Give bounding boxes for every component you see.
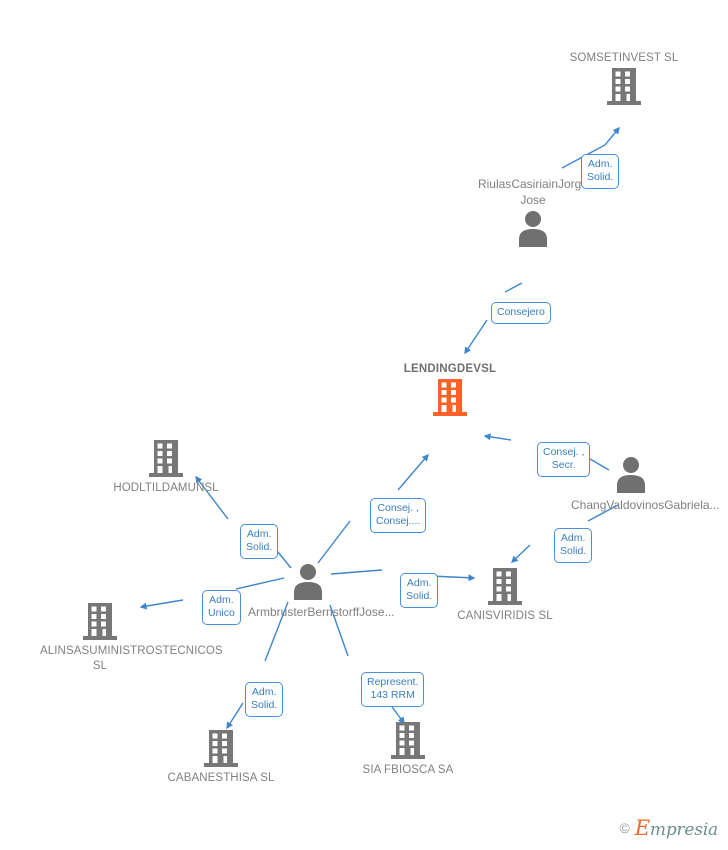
node-label-riulas: RiulasCasiriainJorge Jose [477, 177, 589, 207]
node-somset[interactable]: SOMSETINVEST SL [564, 51, 684, 109]
building-icon [607, 68, 641, 105]
building-icon [204, 730, 238, 767]
building-icon [149, 440, 183, 477]
node-icon-cabanes [161, 729, 281, 771]
edge-label-armbruster-to-sia[interactable]: Represent. 143 RRM [361, 671, 425, 707]
node-icon-alinsa [40, 602, 160, 644]
brand-rest: mpresia [649, 820, 718, 840]
edge-label-line: Solid. [251, 698, 278, 711]
node-icon-hodltildamun [106, 439, 226, 481]
person-icon [519, 211, 547, 247]
person-icon [294, 564, 322, 600]
edge-label-armbruster-to-canis[interactable]: Adm. Solid. [400, 572, 439, 608]
edge-label-line: Adm. [587, 157, 613, 170]
edge-label-line: Adm. [251, 685, 277, 698]
building-icon [488, 568, 522, 605]
edge-label-armbruster-to-lendingdev[interactable]: Consej. , Consej.... [370, 497, 427, 533]
node-cabanes[interactable]: CABANESTHISA SL [161, 729, 281, 786]
edge-label-line: Secr. [551, 458, 576, 471]
empresia-watermark: © Empresia [619, 816, 718, 840]
edge-e9-segment [226, 702, 244, 730]
edge-label-line: Consej. , [377, 501, 419, 514]
edge-label-line: Consej.... [376, 514, 421, 527]
copyright-symbol: © [619, 820, 630, 836]
edge-e4-segment [510, 544, 531, 563]
edge-label-riulas-to-lendingdev[interactable]: Consejero [491, 301, 551, 324]
node-icon-lendingdev [390, 378, 510, 420]
edge-label-line: Adm. [406, 576, 432, 589]
node-alinsa[interactable]: ALINSASUMINISTROSTECNICOS SL [40, 602, 223, 674]
node-label-alinsa: ALINSASUMINISTROSTECNICOS SL [40, 645, 223, 672]
edge-label-chang-to-canis[interactable]: Adm. Solid. [554, 527, 593, 563]
node-label-lendingdev: LENDINGDEVSL [403, 363, 497, 375]
edge-label-line: Represent. [367, 675, 419, 688]
edge-label-line: Solid. [560, 544, 587, 557]
node-label-canis: CANISVIRIDIS SL [457, 610, 553, 622]
node-icon-somset [564, 67, 684, 109]
node-canis[interactable]: CANISVIRIDIS SL [445, 567, 565, 624]
node-label-chang: ChangValdovinosGabriela... [571, 498, 720, 512]
person-icon [617, 457, 645, 493]
node-icon-riulas [473, 209, 593, 251]
edge-e3-segment [483, 433, 512, 441]
edge-label-line: Unico [208, 606, 235, 619]
brand-initial: E [634, 816, 650, 840]
node-icon-canis [445, 567, 565, 609]
edge-e2-segment [504, 282, 523, 293]
edge-label-line: Solid. [587, 170, 614, 183]
brand-name: Empresia [635, 816, 718, 840]
edge-label-line: Adm. [246, 527, 272, 540]
edge-e5-segment [397, 453, 429, 491]
node-label-sia: SIA FBIOSCA SA [362, 764, 454, 776]
edge-label-line: Adm. [209, 593, 234, 606]
node-icon-sia [348, 721, 468, 763]
edge-label-chang-to-lendingdev[interactable]: Consej. , Secr. [537, 441, 591, 477]
node-sia[interactable]: SIA FBIOSCA SA [348, 721, 468, 778]
node-hodltildamun[interactable]: HODLTILDAMUNSL [106, 439, 226, 496]
building-icon [83, 603, 117, 640]
edge-label-line: 143 RRM [370, 688, 415, 701]
node-icon-armbruster [248, 562, 368, 604]
edge-label-riulas-to-somset[interactable]: Adm. Solid. [581, 153, 620, 189]
building-icon [391, 722, 425, 759]
node-riulas[interactable]: RiulasCasiriainJorge Jose [473, 176, 593, 251]
node-label-hodltildamun: HODLTILDAMUNSL [113, 482, 219, 494]
edge-label-armbruster-to-hodltildamun[interactable]: Adm. Solid. [240, 523, 279, 559]
node-lendingdev[interactable]: LENDINGDEVSL [390, 362, 510, 420]
node-label-somset: SOMSETINVEST SL [569, 52, 679, 64]
edge-label-line: Solid. [246, 540, 273, 553]
edge-label-line: Consej. , [543, 445, 585, 458]
edge-label-line: Adm. [560, 531, 586, 544]
node-label-armbruster: ArmbrusterBernstorffJose... [248, 605, 395, 619]
edge-label-line: Consejero [497, 305, 545, 318]
building-icon [433, 379, 467, 416]
edge-e5-segment [317, 520, 351, 564]
relations-graph-canvas: SOMSETINVEST SL RiulasCasiriainJorge Jose… [0, 0, 728, 850]
node-label-cabanes: CABANESTHISA SL [167, 772, 275, 784]
edge-label-armbruster-to-alinsa[interactable]: Adm. Unico [202, 589, 241, 625]
edge-label-line: Solid. [406, 589, 433, 602]
edge-label-armbruster-to-cabanes[interactable]: Adm. Solid. [245, 681, 284, 717]
node-armbruster[interactable]: ArmbrusterBernstorffJose... [248, 562, 395, 620]
edge-e2-segment [464, 319, 488, 355]
